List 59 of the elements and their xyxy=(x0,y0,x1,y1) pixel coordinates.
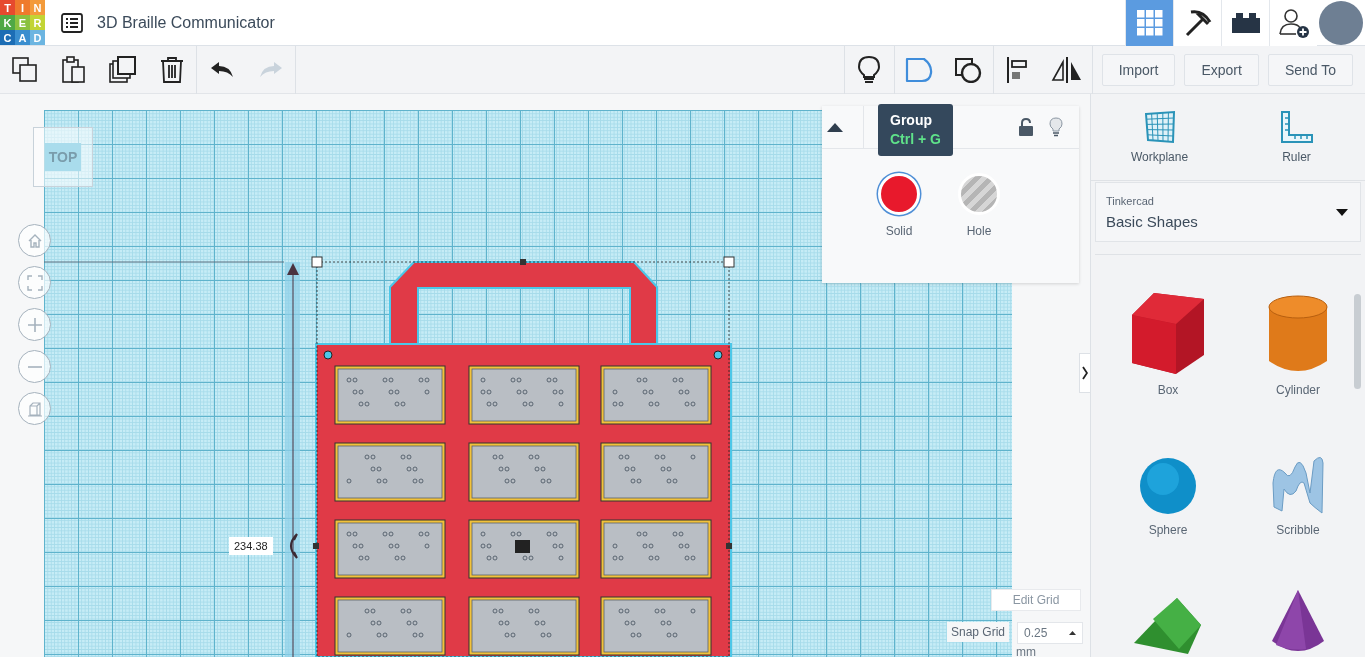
library-category: Basic Shapes xyxy=(1106,212,1199,230)
add-user-icon xyxy=(1277,6,1310,39)
caret-icon xyxy=(1336,208,1348,216)
tinkercad-logo[interactable]: T I N K E R C A D xyxy=(0,0,45,45)
edit-grid-button[interactable]: Edit Grid xyxy=(991,589,1081,611)
ungroup-icon xyxy=(954,56,983,83)
minus-icon xyxy=(27,365,42,368)
duplicate-icon xyxy=(108,55,137,84)
snap-grid-field[interactable]: 0.25 xyxy=(1017,622,1084,644)
trash-icon xyxy=(159,55,184,84)
hole-option[interactable]: Hole xyxy=(958,173,1000,238)
ruler-icon xyxy=(1279,110,1314,144)
plus-icon xyxy=(27,317,42,332)
snap-unit: mm xyxy=(1016,645,1036,657)
caret-icon xyxy=(1069,631,1077,635)
shape-item[interactable]: Scribble xyxy=(1233,405,1363,545)
copy-icon xyxy=(11,56,38,83)
shape-item[interactable]: Box xyxy=(1103,265,1233,405)
tooltip: Group Ctrl + G xyxy=(878,104,953,156)
shape-item[interactable]: Sphere xyxy=(1103,405,1233,545)
menu-icon[interactable] xyxy=(61,12,83,33)
library-source: Tinkercad xyxy=(1106,194,1155,207)
expand-panel-button[interactable] xyxy=(1079,353,1090,393)
dimension-value[interactable]: 234.38 xyxy=(229,537,273,555)
cube-outline-icon xyxy=(26,400,43,417)
wedge-shape-icon xyxy=(1133,597,1203,655)
home-icon xyxy=(26,232,43,249)
header-button[interactable] xyxy=(1221,0,1269,46)
file-button[interactable]: Export xyxy=(1184,53,1259,86)
grid-icon xyxy=(1136,9,1163,36)
shape-library-dropdown[interactable]: Tinkercad Basic Shapes xyxy=(1095,182,1361,242)
undo-icon xyxy=(209,60,234,79)
rotate-handle-icon[interactable] xyxy=(290,533,298,559)
workplane-icon xyxy=(1142,110,1177,144)
header-button[interactable] xyxy=(1173,0,1221,46)
avatar[interactable] xyxy=(1319,0,1363,45)
file-button[interactable]: Send To xyxy=(1267,53,1353,86)
fit-icon xyxy=(26,274,43,291)
solid-option[interactable]: Solid xyxy=(878,173,920,238)
file-button[interactable]: Import xyxy=(1101,53,1176,86)
mirror-icon xyxy=(1051,55,1084,84)
ruler-tool[interactable]: Ruler xyxy=(1228,94,1365,180)
design-title[interactable]: 3D Braille Communicator xyxy=(97,13,275,32)
group-icon xyxy=(905,56,934,83)
caret-icon xyxy=(826,122,843,132)
selected-braille-board-drawing[interactable] xyxy=(311,256,735,657)
scrollbar[interactable] xyxy=(1354,294,1361,389)
box-shape-icon xyxy=(1130,291,1206,375)
brick-icon xyxy=(1230,11,1261,34)
sphere-shape-icon xyxy=(1139,457,1197,515)
lightbulb-icon xyxy=(858,55,881,84)
paste-icon xyxy=(61,55,86,84)
snap-grid-label: Snap Grid xyxy=(947,622,1010,642)
header-button[interactable] xyxy=(1269,0,1317,46)
lightbulb-icon[interactable] xyxy=(1049,117,1063,137)
workplane-tool[interactable]: Workplane xyxy=(1091,94,1228,180)
redo-icon xyxy=(258,60,283,79)
lock-icon[interactable] xyxy=(1019,118,1033,136)
chevron-icon xyxy=(1082,366,1088,380)
